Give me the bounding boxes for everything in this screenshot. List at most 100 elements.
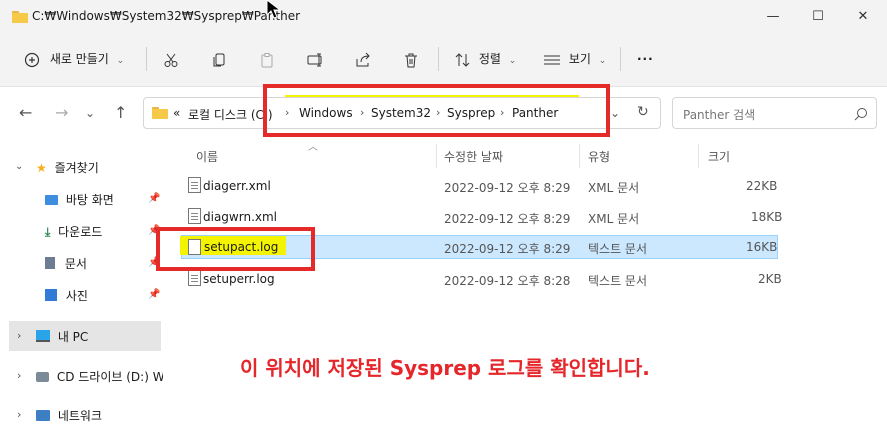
- star-icon: ★: [36, 161, 47, 175]
- file-row[interactable]: diagerr.xml 2022-09-12 오후 8:29 XML 문서 22…: [181, 174, 778, 198]
- sidebar-item-label: 다운로드: [58, 225, 103, 239]
- file-date: 2022-09-12 오후 8:29: [444, 181, 571, 195]
- search-icon: [854, 108, 867, 121]
- view-list-icon: [544, 55, 560, 64]
- share-button[interactable]: [355, 44, 371, 74]
- paste-button[interactable]: [259, 44, 275, 74]
- file-name: diagwrn.xml: [203, 210, 278, 224]
- file-row[interactable]: diagwrn.xml 2022-09-12 오후 8:29 XML 문서 18…: [181, 205, 782, 229]
- refresh-icon[interactable]: ↻: [637, 104, 649, 120]
- file-icon: [188, 177, 201, 193]
- sidebar-item-label: 내 PC: [57, 330, 89, 344]
- column-header-date[interactable]: 수정한 날짜: [444, 148, 503, 165]
- clipboard-icon: [261, 52, 273, 67]
- search-placeholder: Panther 검색: [683, 108, 756, 122]
- forward-button[interactable]: →: [55, 103, 68, 122]
- sidebar-item-label: 문서: [64, 257, 87, 271]
- document-icon: [45, 257, 55, 269]
- chevron-right-icon[interactable]: ›: [17, 408, 21, 421]
- file-date: 2022-09-12 오후 8:29: [444, 242, 571, 256]
- column-divider[interactable]: [436, 144, 437, 168]
- sort-button[interactable]: 정렬 ⌄: [455, 44, 516, 74]
- pc-icon: [36, 330, 50, 342]
- arrow-right-icon: →: [55, 103, 69, 122]
- close-button[interactable]: ✕: [840, 0, 886, 34]
- annotation-text: 이 위치에 저장된 Sysprep 로그를 확인합니다.: [240, 356, 650, 380]
- back-button[interactable]: ←: [19, 103, 32, 122]
- more-options-button[interactable]: ···: [637, 44, 654, 74]
- folder-icon: [12, 11, 28, 23]
- recent-locations-button[interactable]: ⌄: [85, 106, 95, 120]
- sidebar-item-label: CD 드라이브 (D:) W: [56, 370, 165, 384]
- sidebar-item-label: 즐겨찾기: [54, 161, 99, 175]
- desktop-icon: [45, 195, 58, 205]
- column-divider[interactable]: [579, 144, 580, 168]
- copy-icon: [213, 53, 225, 66]
- sidebar-item-cd-drive[interactable]: CD 드라이브 (D:) W: [36, 368, 165, 385]
- breadcrumb-local-disk[interactable]: 로컬 디스크 (C:): [188, 106, 273, 123]
- file-callout-box: [156, 227, 315, 271]
- mouse-cursor-icon: [266, 0, 282, 19]
- scissors-icon: [164, 53, 178, 67]
- column-header-name[interactable]: 이름: [196, 148, 218, 165]
- chevron-down-icon[interactable]: ⌄: [610, 106, 620, 120]
- pin-icon[interactable]: 📌: [148, 289, 160, 300]
- network-icon: [36, 410, 50, 421]
- maximize-icon: ☐: [812, 9, 824, 24]
- new-button[interactable]: 새로 만들기 ⌄: [24, 44, 124, 74]
- pin-icon[interactable]: 📌: [148, 193, 160, 204]
- share-icon: [356, 52, 370, 66]
- sidebar-item-pictures[interactable]: 사진: [45, 287, 88, 304]
- file-date: 2022-09-12 오후 8:29: [444, 212, 571, 226]
- picture-icon: [45, 289, 57, 301]
- address-callout-box: [263, 84, 610, 137]
- delete-button[interactable]: [403, 44, 419, 74]
- sort-ascending-icon: ︿: [308, 142, 318, 153]
- file-type: 텍스트 문서: [588, 274, 648, 288]
- file-type: XML 문서: [588, 212, 640, 226]
- download-icon: ⤓: [45, 225, 51, 239]
- chevron-right-icon[interactable]: ›: [17, 329, 21, 342]
- arrow-up-icon: ↑: [114, 103, 128, 122]
- rename-button[interactable]: [307, 44, 325, 74]
- sort-icon: [455, 52, 470, 67]
- sidebar-item-label: 사진: [65, 289, 88, 303]
- sidebar-item-network[interactable]: 네트워크: [36, 407, 102, 424]
- window-title: C:₩Windows₩System32₩Sysprep₩Panther: [32, 9, 301, 23]
- search-input[interactable]: Panther 검색: [672, 97, 877, 129]
- sidebar-item-documents[interactable]: 문서: [45, 255, 87, 272]
- file-icon: [188, 270, 201, 286]
- file-size: 2KB: [758, 272, 782, 286]
- column-divider[interactable]: [698, 144, 699, 168]
- column-header-type[interactable]: 유형: [588, 148, 610, 165]
- command-bar: 새로 만들기 ⌄ 정렬 ⌄ 보기 ⌄ ···: [0, 34, 887, 87]
- sort-button-label: 정렬: [478, 52, 501, 66]
- cut-button[interactable]: [163, 44, 179, 74]
- chevron-down-icon: ⌄: [85, 106, 96, 120]
- chevron-down-icon: ⌄: [508, 56, 517, 66]
- chevron-down-icon[interactable]: ⌄: [15, 161, 23, 172]
- maximize-button[interactable]: ☐: [795, 0, 841, 34]
- chevron-down-icon: ⌄: [598, 56, 607, 66]
- sidebar-item-downloads[interactable]: ⤓ 다운로드: [45, 223, 102, 240]
- column-header-size[interactable]: 크기: [708, 148, 730, 165]
- file-size: 16KB: [746, 240, 778, 254]
- new-button-label: 새로 만들기: [49, 52, 109, 66]
- arrow-left-icon: ←: [19, 103, 33, 122]
- minimize-button[interactable]: —: [750, 0, 796, 34]
- up-button[interactable]: ↑: [114, 103, 127, 122]
- file-type: XML 문서: [588, 181, 640, 195]
- view-button-label: 보기: [568, 52, 591, 66]
- trash-icon: [405, 53, 417, 67]
- chevron-down-icon: ⌄: [116, 56, 125, 66]
- rename-icon: [307, 53, 322, 66]
- breadcrumb-overflow[interactable]: «: [173, 106, 180, 120]
- sidebar-item-favorites[interactable]: ★ 즐겨찾기: [36, 159, 99, 176]
- sidebar-item-this-pc[interactable]: 내 PC: [36, 328, 88, 345]
- chevron-right-icon[interactable]: ›: [17, 369, 21, 382]
- sidebar-item-desktop[interactable]: 바탕 화면: [45, 191, 114, 208]
- plus-circle-icon: [24, 52, 40, 67]
- navigation-pane: ⌄ ★ 즐겨찾기 바탕 화면 📌 ⤓ 다운로드 📌 문서 📌 사진 📌 › 내: [0, 141, 165, 436]
- view-button[interactable]: 보기 ⌄: [543, 44, 606, 74]
- copy-button[interactable]: [211, 44, 227, 74]
